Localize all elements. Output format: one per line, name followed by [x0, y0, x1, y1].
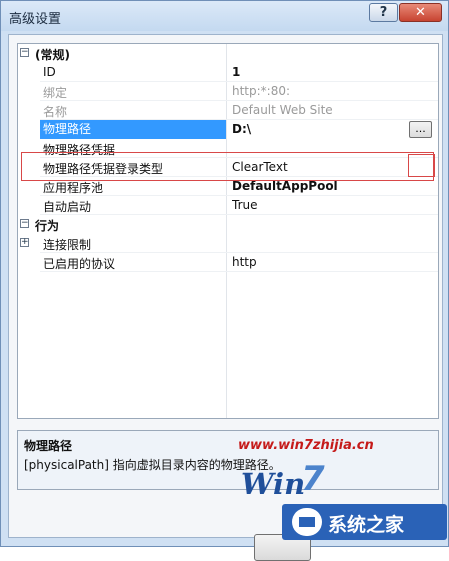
property-value: Default Web Site	[232, 103, 333, 117]
property-row-auto-start[interactable]: 自动启动 True	[18, 196, 438, 215]
property-grid: − (常规) ID 1 绑定 http:*:80: 名称 Default Web…	[17, 43, 439, 419]
dialog-body: − (常规) ID 1 绑定 http:*:80: 名称 Default Web…	[8, 34, 443, 561]
help-button[interactable]: ?	[369, 3, 398, 22]
property-value: http	[232, 255, 257, 269]
collapse-icon[interactable]: −	[20, 48, 29, 57]
property-value: http:*:80:	[232, 84, 291, 98]
property-value: True	[232, 198, 258, 212]
watermark-site-name: 系统之家	[328, 514, 405, 536]
watermark-url: www.win7zhijia.cn	[238, 438, 374, 453]
property-name: ID	[43, 65, 56, 79]
expand-icon[interactable]: +	[20, 238, 29, 247]
property-row-enabled-protocols[interactable]: 已启用的协议 http	[18, 253, 438, 272]
property-name: 物理路径	[40, 120, 226, 139]
property-value: 1	[232, 65, 241, 79]
property-row-physical-path[interactable]: 物理路径 D:\ ...	[18, 120, 438, 139]
property-name: 应用程序池	[43, 181, 104, 195]
property-name: 连接限制	[43, 238, 92, 252]
watermark-logo-7: 7	[301, 459, 325, 499]
category-behavior[interactable]: − 行为	[18, 215, 438, 234]
row-divider	[40, 271, 438, 272]
property-row-id[interactable]: ID 1	[18, 63, 438, 82]
property-row-binding[interactable]: 绑定 http:*:80:	[18, 82, 438, 101]
close-icon: ✕	[415, 5, 426, 20]
browse-button[interactable]: ...	[409, 121, 432, 138]
property-row-physical-path-credentials[interactable]: 物理路径凭据	[18, 139, 438, 158]
watermark-badge: 系统之家	[282, 504, 447, 540]
help-icon: ?	[379, 5, 388, 20]
property-name: 已启用的协议	[43, 257, 116, 271]
property-name: 物理路径凭据	[43, 143, 116, 157]
title-bar[interactable]: 高级设置 ? ✕	[1, 1, 448, 31]
advanced-settings-dialog: 高级设置 ? ✕ − (常规) ID 1 绑定 http:*:80: 名称 De	[0, 0, 449, 561]
category-label: (常规)	[35, 48, 70, 62]
property-name: 名称	[43, 105, 68, 119]
property-row-logon-type[interactable]: 物理路径凭据登录类型 ClearText	[18, 158, 438, 177]
property-value[interactable]: D:\	[232, 122, 432, 136]
property-name: 绑定	[43, 86, 68, 100]
category-general[interactable]: − (常规)	[18, 44, 438, 63]
collapse-icon[interactable]: −	[20, 219, 29, 228]
dialog-title: 高级设置	[9, 12, 62, 27]
property-name: 自动启动	[43, 200, 92, 214]
category-label: 行为	[35, 219, 60, 233]
property-row-app-pool[interactable]: 应用程序池 DefaultAppPool	[18, 177, 438, 196]
description-title: 物理路径	[24, 439, 73, 453]
property-value: DefaultAppPool	[232, 179, 338, 193]
close-button[interactable]: ✕	[399, 3, 442, 22]
property-row-name[interactable]: 名称 Default Web Site	[18, 101, 438, 120]
description-pane: 物理路径 [physicalPath] 指向虚拟目录内容的物理路径。	[17, 430, 439, 490]
property-name: 物理路径凭据登录类型	[43, 162, 164, 176]
property-row-connection-limits[interactable]: + 连接限制	[18, 234, 438, 253]
property-value: ClearText	[232, 160, 288, 174]
watermark-logo-win: Win	[241, 467, 306, 501]
house-icon	[292, 508, 322, 536]
